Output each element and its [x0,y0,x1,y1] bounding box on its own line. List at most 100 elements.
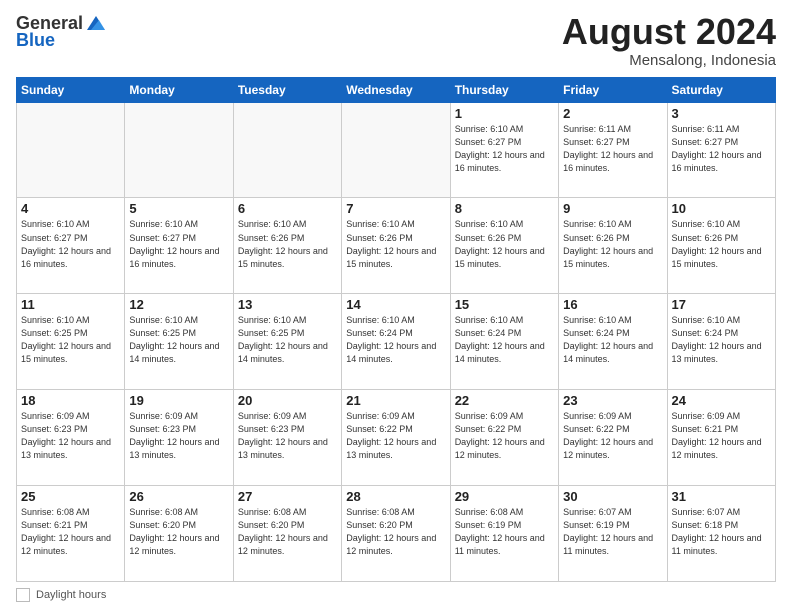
col-friday: Friday [559,77,667,102]
day-info: Sunrise: 6:09 AM Sunset: 6:23 PM Dayligh… [21,410,120,462]
table-row [125,102,233,198]
day-number: 14 [346,297,445,312]
table-row: 26 Sunrise: 6:08 AM Sunset: 6:20 PM Dayli… [125,486,233,582]
day-info: Sunrise: 6:10 AM Sunset: 6:26 PM Dayligh… [672,218,771,270]
table-row: 24 Sunrise: 6:09 AM Sunset: 6:21 PM Dayli… [667,390,775,486]
col-tuesday: Tuesday [233,77,341,102]
calendar-week-4: 18 Sunrise: 6:09 AM Sunset: 6:23 PM Dayli… [17,390,776,486]
table-row: 3Sunrise: 6:11 AM Sunset: 6:27 PM Daylig… [667,102,775,198]
day-info: Sunrise: 6:08 AM Sunset: 6:20 PM Dayligh… [346,506,445,558]
day-number: 3 [672,106,771,121]
day-number: 21 [346,393,445,408]
title-block: August 2024 Mensalong, Indonesia [562,12,776,69]
day-info: Sunrise: 6:10 AM Sunset: 6:24 PM Dayligh… [455,314,554,366]
table-row: 5Sunrise: 6:10 AM Sunset: 6:27 PM Daylig… [125,198,233,294]
table-row: 14Sunrise: 6:10 AM Sunset: 6:24 PM Dayli… [342,294,450,390]
calendar-week-5: 25Sunrise: 6:08 AM Sunset: 6:21 PM Dayli… [17,486,776,582]
day-number: 18 [21,393,120,408]
day-info: Sunrise: 6:10 AM Sunset: 6:24 PM Dayligh… [672,314,771,366]
day-info: Sunrise: 6:08 AM Sunset: 6:20 PM Dayligh… [129,506,228,558]
day-number: 1 [455,106,554,121]
day-number: 31 [672,489,771,504]
table-row: 15 Sunrise: 6:10 AM Sunset: 6:24 PM Dayli… [450,294,558,390]
table-row: 29 Sunrise: 6:08 AM Sunset: 6:19 PM Dayli… [450,486,558,582]
footer-label: Daylight hours [36,589,106,601]
col-sunday: Sunday [17,77,125,102]
day-info: Sunrise: 6:07 AM Sunset: 6:19 PM Dayligh… [563,506,662,558]
col-monday: Monday [125,77,233,102]
table-row: 22 Sunrise: 6:09 AM Sunset: 6:22 PM Dayli… [450,390,558,486]
day-number: 23 [563,393,662,408]
day-number: 8 [455,201,554,216]
day-number: 30 [563,489,662,504]
table-row: 6 Sunrise: 6:10 AM Sunset: 6:26 PM Daylig… [233,198,341,294]
col-saturday: Saturday [667,77,775,102]
col-wednesday: Wednesday [342,77,450,102]
table-row: 4 Sunrise: 6:10 AM Sunset: 6:27 PM Daylig… [17,198,125,294]
day-number: 2 [563,106,662,121]
day-number: 7 [346,201,445,216]
footer: Daylight hours [16,588,776,602]
calendar-week-3: 11 Sunrise: 6:10 AM Sunset: 6:25 PM Dayli… [17,294,776,390]
table-row: 13Sunrise: 6:10 AM Sunset: 6:25 PM Dayli… [233,294,341,390]
day-info: Sunrise: 6:08 AM Sunset: 6:20 PM Dayligh… [238,506,337,558]
day-number: 15 [455,297,554,312]
day-info: Sunrise: 6:10 AM Sunset: 6:25 PM Dayligh… [21,314,120,366]
day-info: Sunrise: 6:09 AM Sunset: 6:23 PM Dayligh… [238,410,337,462]
table-row [17,102,125,198]
table-row [233,102,341,198]
table-row: 21 Sunrise: 6:09 AM Sunset: 6:22 PM Dayli… [342,390,450,486]
day-info: Sunrise: 6:10 AM Sunset: 6:27 PM Dayligh… [129,218,228,270]
logo: General Blue [16,12,107,51]
footer-box [16,588,30,602]
calendar-header-row: Sunday Monday Tuesday Wednesday Thursday… [17,77,776,102]
day-info: Sunrise: 6:09 AM Sunset: 6:22 PM Dayligh… [563,410,662,462]
day-number: 24 [672,393,771,408]
day-info: Sunrise: 6:08 AM Sunset: 6:21 PM Dayligh… [21,506,120,558]
col-thursday: Thursday [450,77,558,102]
logo-icon [85,12,107,34]
day-info: Sunrise: 6:10 AM Sunset: 6:26 PM Dayligh… [346,218,445,270]
table-row: 12Sunrise: 6:10 AM Sunset: 6:25 PM Dayli… [125,294,233,390]
calendar-table: Sunday Monday Tuesday Wednesday Thursday… [16,77,776,582]
calendar-week-2: 4 Sunrise: 6:10 AM Sunset: 6:27 PM Daylig… [17,198,776,294]
table-row: 8 Sunrise: 6:10 AM Sunset: 6:26 PM Daylig… [450,198,558,294]
table-row: 16Sunrise: 6:10 AM Sunset: 6:24 PM Dayli… [559,294,667,390]
day-info: Sunrise: 6:10 AM Sunset: 6:25 PM Dayligh… [238,314,337,366]
header: General Blue August 2024 Mensalong, Indo… [16,12,776,69]
table-row: 18 Sunrise: 6:09 AM Sunset: 6:23 PM Dayli… [17,390,125,486]
day-number: 20 [238,393,337,408]
day-info: Sunrise: 6:09 AM Sunset: 6:22 PM Dayligh… [346,410,445,462]
table-row: 11 Sunrise: 6:10 AM Sunset: 6:25 PM Dayli… [17,294,125,390]
logo-blue-text: Blue [16,30,55,51]
day-info: Sunrise: 6:09 AM Sunset: 6:22 PM Dayligh… [455,410,554,462]
table-row: 31 Sunrise: 6:07 AM Sunset: 6:18 PM Dayli… [667,486,775,582]
table-row: 30 Sunrise: 6:07 AM Sunset: 6:19 PM Dayli… [559,486,667,582]
day-info: Sunrise: 6:09 AM Sunset: 6:21 PM Dayligh… [672,410,771,462]
day-info: Sunrise: 6:10 AM Sunset: 6:27 PM Dayligh… [21,218,120,270]
day-number: 26 [129,489,228,504]
day-info: Sunrise: 6:10 AM Sunset: 6:26 PM Dayligh… [238,218,337,270]
table-row: 1 Sunrise: 6:10 AM Sunset: 6:27 PM Daylig… [450,102,558,198]
table-row: 23 Sunrise: 6:09 AM Sunset: 6:22 PM Dayli… [559,390,667,486]
table-row: 7 Sunrise: 6:10 AM Sunset: 6:26 PM Daylig… [342,198,450,294]
day-info: Sunrise: 6:07 AM Sunset: 6:18 PM Dayligh… [672,506,771,558]
table-row [342,102,450,198]
table-row: 25Sunrise: 6:08 AM Sunset: 6:21 PM Dayli… [17,486,125,582]
table-row: 20 Sunrise: 6:09 AM Sunset: 6:23 PM Dayli… [233,390,341,486]
day-number: 6 [238,201,337,216]
day-number: 12 [129,297,228,312]
day-number: 29 [455,489,554,504]
day-info: Sunrise: 6:10 AM Sunset: 6:26 PM Dayligh… [455,218,554,270]
table-row: 2 Sunrise: 6:11 AM Sunset: 6:27 PM Daylig… [559,102,667,198]
day-number: 11 [21,297,120,312]
day-number: 16 [563,297,662,312]
day-number: 22 [455,393,554,408]
page: General Blue August 2024 Mensalong, Indo… [0,0,792,612]
day-info: Sunrise: 6:08 AM Sunset: 6:19 PM Dayligh… [455,506,554,558]
day-number: 4 [21,201,120,216]
calendar-title: August 2024 [562,12,776,52]
table-row: 27Sunrise: 6:08 AM Sunset: 6:20 PM Dayli… [233,486,341,582]
day-info: Sunrise: 6:11 AM Sunset: 6:27 PM Dayligh… [563,123,662,175]
day-info: Sunrise: 6:10 AM Sunset: 6:27 PM Dayligh… [455,123,554,175]
